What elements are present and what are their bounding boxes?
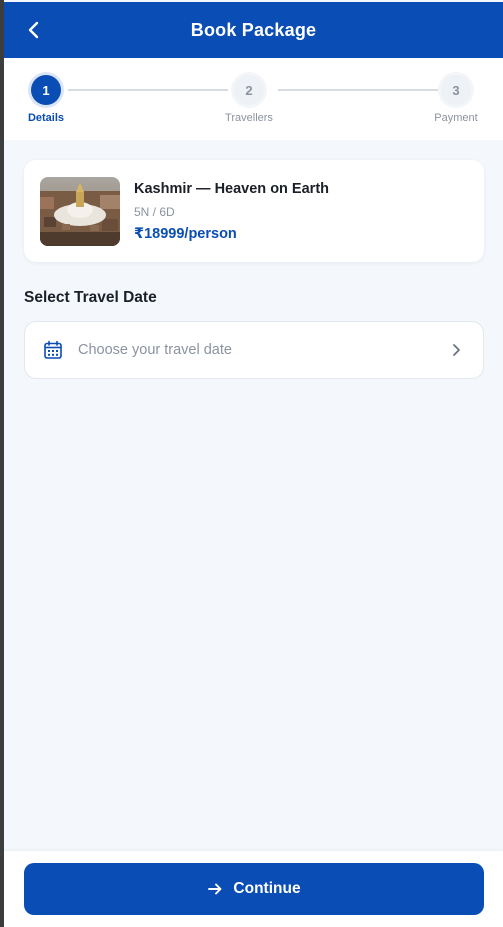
app-screen: Book Package 1 Details 2 Travellers 3 Pa… [0,0,503,927]
step-connector-1 [68,89,228,91]
calendar-icon [44,340,62,359]
step-label: Details [27,112,65,124]
travel-date-heading: Select Travel Date [24,289,157,306]
step-travellers[interactable]: 2 Travellers [219,75,279,124]
package-image [40,177,120,246]
step-payment[interactable]: 3 Payment [426,75,486,124]
step-details[interactable]: 1 Details [16,75,76,124]
step-number: 2 [234,75,264,105]
continue-button[interactable]: Continue [24,863,484,915]
page-title: Book Package [190,19,317,40]
step-label: Payment [434,112,478,124]
booking-stepper: 1 Details 2 Travellers 3 Payment [4,58,503,140]
package-duration: 5N / 6D [134,205,175,219]
app-header: Book Package [4,2,503,58]
chevron-left-icon [28,21,39,39]
continue-label: Continue [233,880,301,897]
step-number: 3 [441,75,471,105]
footer-bar: Continue [4,851,503,927]
step-connector-2 [278,89,438,91]
arrow-right-icon [208,883,222,895]
back-button[interactable] [18,14,50,46]
chevron-right-icon [453,344,460,356]
travel-date-placeholder: Choose your travel date [78,342,232,358]
package-price: ₹18999/person [134,226,237,242]
travel-date-picker[interactable]: Choose your travel date [24,321,484,379]
package-title: Kashmir — Heaven on Earth [134,181,329,197]
package-card[interactable]: Kashmir — Heaven on Earth 5N / 6D ₹18999… [24,160,484,262]
step-label: Travellers [225,112,273,124]
step-number: 1 [31,75,61,105]
